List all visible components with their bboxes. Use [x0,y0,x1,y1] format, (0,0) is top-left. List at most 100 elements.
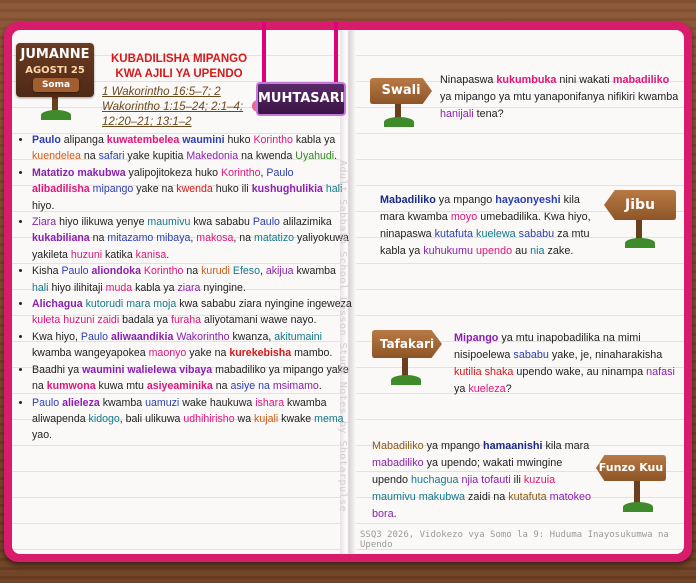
text-run: na [212,380,231,393]
text-run: upendo wake, au ninampa [513,366,647,378]
highlighted-word: Mabadiliko [372,440,424,452]
highlighted-word: kutilia shaka [454,366,514,378]
summary-item: Alichagua kutorudi mara moja kwa sababu … [32,296,354,329]
text-run: Baadhi ya [32,363,83,376]
highlighted-word: makosa [196,232,234,245]
highlighted-word: kuelewa [476,228,516,240]
highlighted-word: Matatizo makubwa [32,166,126,179]
text-run: hiyo ilikuwa yenye [56,216,148,229]
text-run: zake. [544,245,574,257]
highlighted-word: waumini [182,134,225,146]
text-run: badala ya [119,314,172,327]
text-run: . [166,248,170,261]
text-run: na [89,232,108,245]
text-run: aliyotamani wawe nayo. [201,314,317,327]
highlighted-word: Ziara [32,216,57,229]
text-run: ya [454,383,469,395]
text-run: mambo. [291,347,333,360]
highlighted-word: kueleza [468,383,506,395]
text-run: alilazimika [279,216,332,229]
text-run: wake haukuwa [179,396,256,409]
highlighted-word: ziara [177,281,201,294]
highlighted-word: kujali [254,412,279,425]
highlighted-word: Mipango [454,332,499,344]
highlighted-word: mitazamo mibaya [107,232,191,245]
summary-sign: MUHTASARI [256,82,346,116]
text-run: na [183,265,202,278]
grass-icon [625,238,655,248]
highlighted-word: akitumaini [274,330,322,343]
highlighted-word: alibadilisha [32,183,90,196]
footer-note: SSQ3 2026, Vidokezo vya Somo la 9: Hudum… [360,530,669,550]
text-run: kwa sababu ziara nyingine ingeweza [176,298,352,311]
highlighted-word: Makedonia [186,150,239,163]
highlighted-word: muda [105,281,133,294]
grass-icon [41,110,71,120]
text-run: , bali ulikuwa [119,412,184,425]
text-run: huko ili [212,183,252,196]
highlighted-word: Korintho [221,166,261,179]
highlighted-word: ishara [255,396,285,409]
highlighted-word: sababu [518,228,555,240]
highlighted-word: asiye na [230,380,270,393]
text-run: na kwenda [238,150,296,163]
text-run: kabla ya [292,134,336,146]
highlighted-word: kuzuia [523,474,556,486]
highlighted-word: kurekebisha [229,347,292,360]
text-run: katika [102,248,136,261]
highlighted-word: Paulo [32,396,60,409]
question-text: Ninapaswa kukumbuka nini wakati mabadili… [440,72,680,123]
text-run: Kisha [32,265,62,278]
summary-item: Paulo alipanga kuwatembelea waumini huko… [32,132,354,165]
summary-item: Matatizo makubwa yalipojitokeza huko Kor… [32,165,354,214]
text-run: hiyo. [32,199,55,212]
reference-line: 1 Wakorintho 16:5–7; 2 [102,86,221,98]
highlighted-word: maonyo [148,347,187,360]
highlighted-word: alieleza [62,396,100,409]
highlighted-word: safari [98,150,125,163]
highlighted-word: huzuni [70,248,103,261]
highlighted-word: akijua [265,265,294,278]
swali-sign: Swali [370,78,432,104]
funzo-sign: Funzo Kuu [596,455,666,481]
text-run: nyingine. [200,281,246,294]
summary-item: Kwa hiyo, Paulo aliwaandikia Wakorintho … [32,329,354,362]
highlighted-word: upendo [476,245,513,257]
highlighted-word: Wakorintho [176,330,230,343]
grass-icon [391,375,421,385]
highlighted-word: Paulo [80,330,108,343]
highlighted-word: hamaanishi [483,440,543,452]
highlighted-word: Uyahudi [295,150,335,163]
highlighted-word: njia tofauti [461,474,511,486]
text-run: Kwa hiyo, [32,330,81,343]
summary-item: Ziara hiyo ilikuwa yenye maumivu kwa sab… [32,214,354,263]
highlighted-word: Paulo [32,134,61,146]
highlighted-word: kukumbuka [496,74,557,86]
text-run: tena? [473,108,504,120]
highlighted-word: Paulo [266,166,294,179]
highlighted-word: asiyeaminika [146,380,213,393]
text-run: ? [505,383,512,395]
text-run: na [80,150,99,163]
highlighted-word: kutafuta [434,228,474,240]
highlighted-word: kidogo [88,412,120,425]
grass-icon [623,502,653,512]
text-run: wa [234,412,255,425]
text-run: kabla ya [132,281,178,294]
date-label: AGOSTI 25 [25,65,85,76]
text-run: yake na [186,347,230,360]
highlighted-word: mabadiliko [372,457,424,469]
highlighted-word: Efeso [232,265,260,278]
ribbon-left [262,22,266,82]
highlighted-word: Korintho [253,134,293,146]
highlighted-word: mabadiliko [612,74,670,86]
highlighted-word: hanijali [440,108,474,120]
highlighted-word: msimamo [272,380,319,393]
highlighted-word: Paulo [252,216,280,229]
text-run: kwamba wangeyapokea [32,347,149,360]
highlighted-word: Paulo [61,265,89,278]
text-run: kwamba [99,396,146,409]
highlighted-word: kuendelea [32,150,81,163]
highlighted-word: nia [530,245,545,257]
highlighted-word: kutafuta [508,491,547,503]
